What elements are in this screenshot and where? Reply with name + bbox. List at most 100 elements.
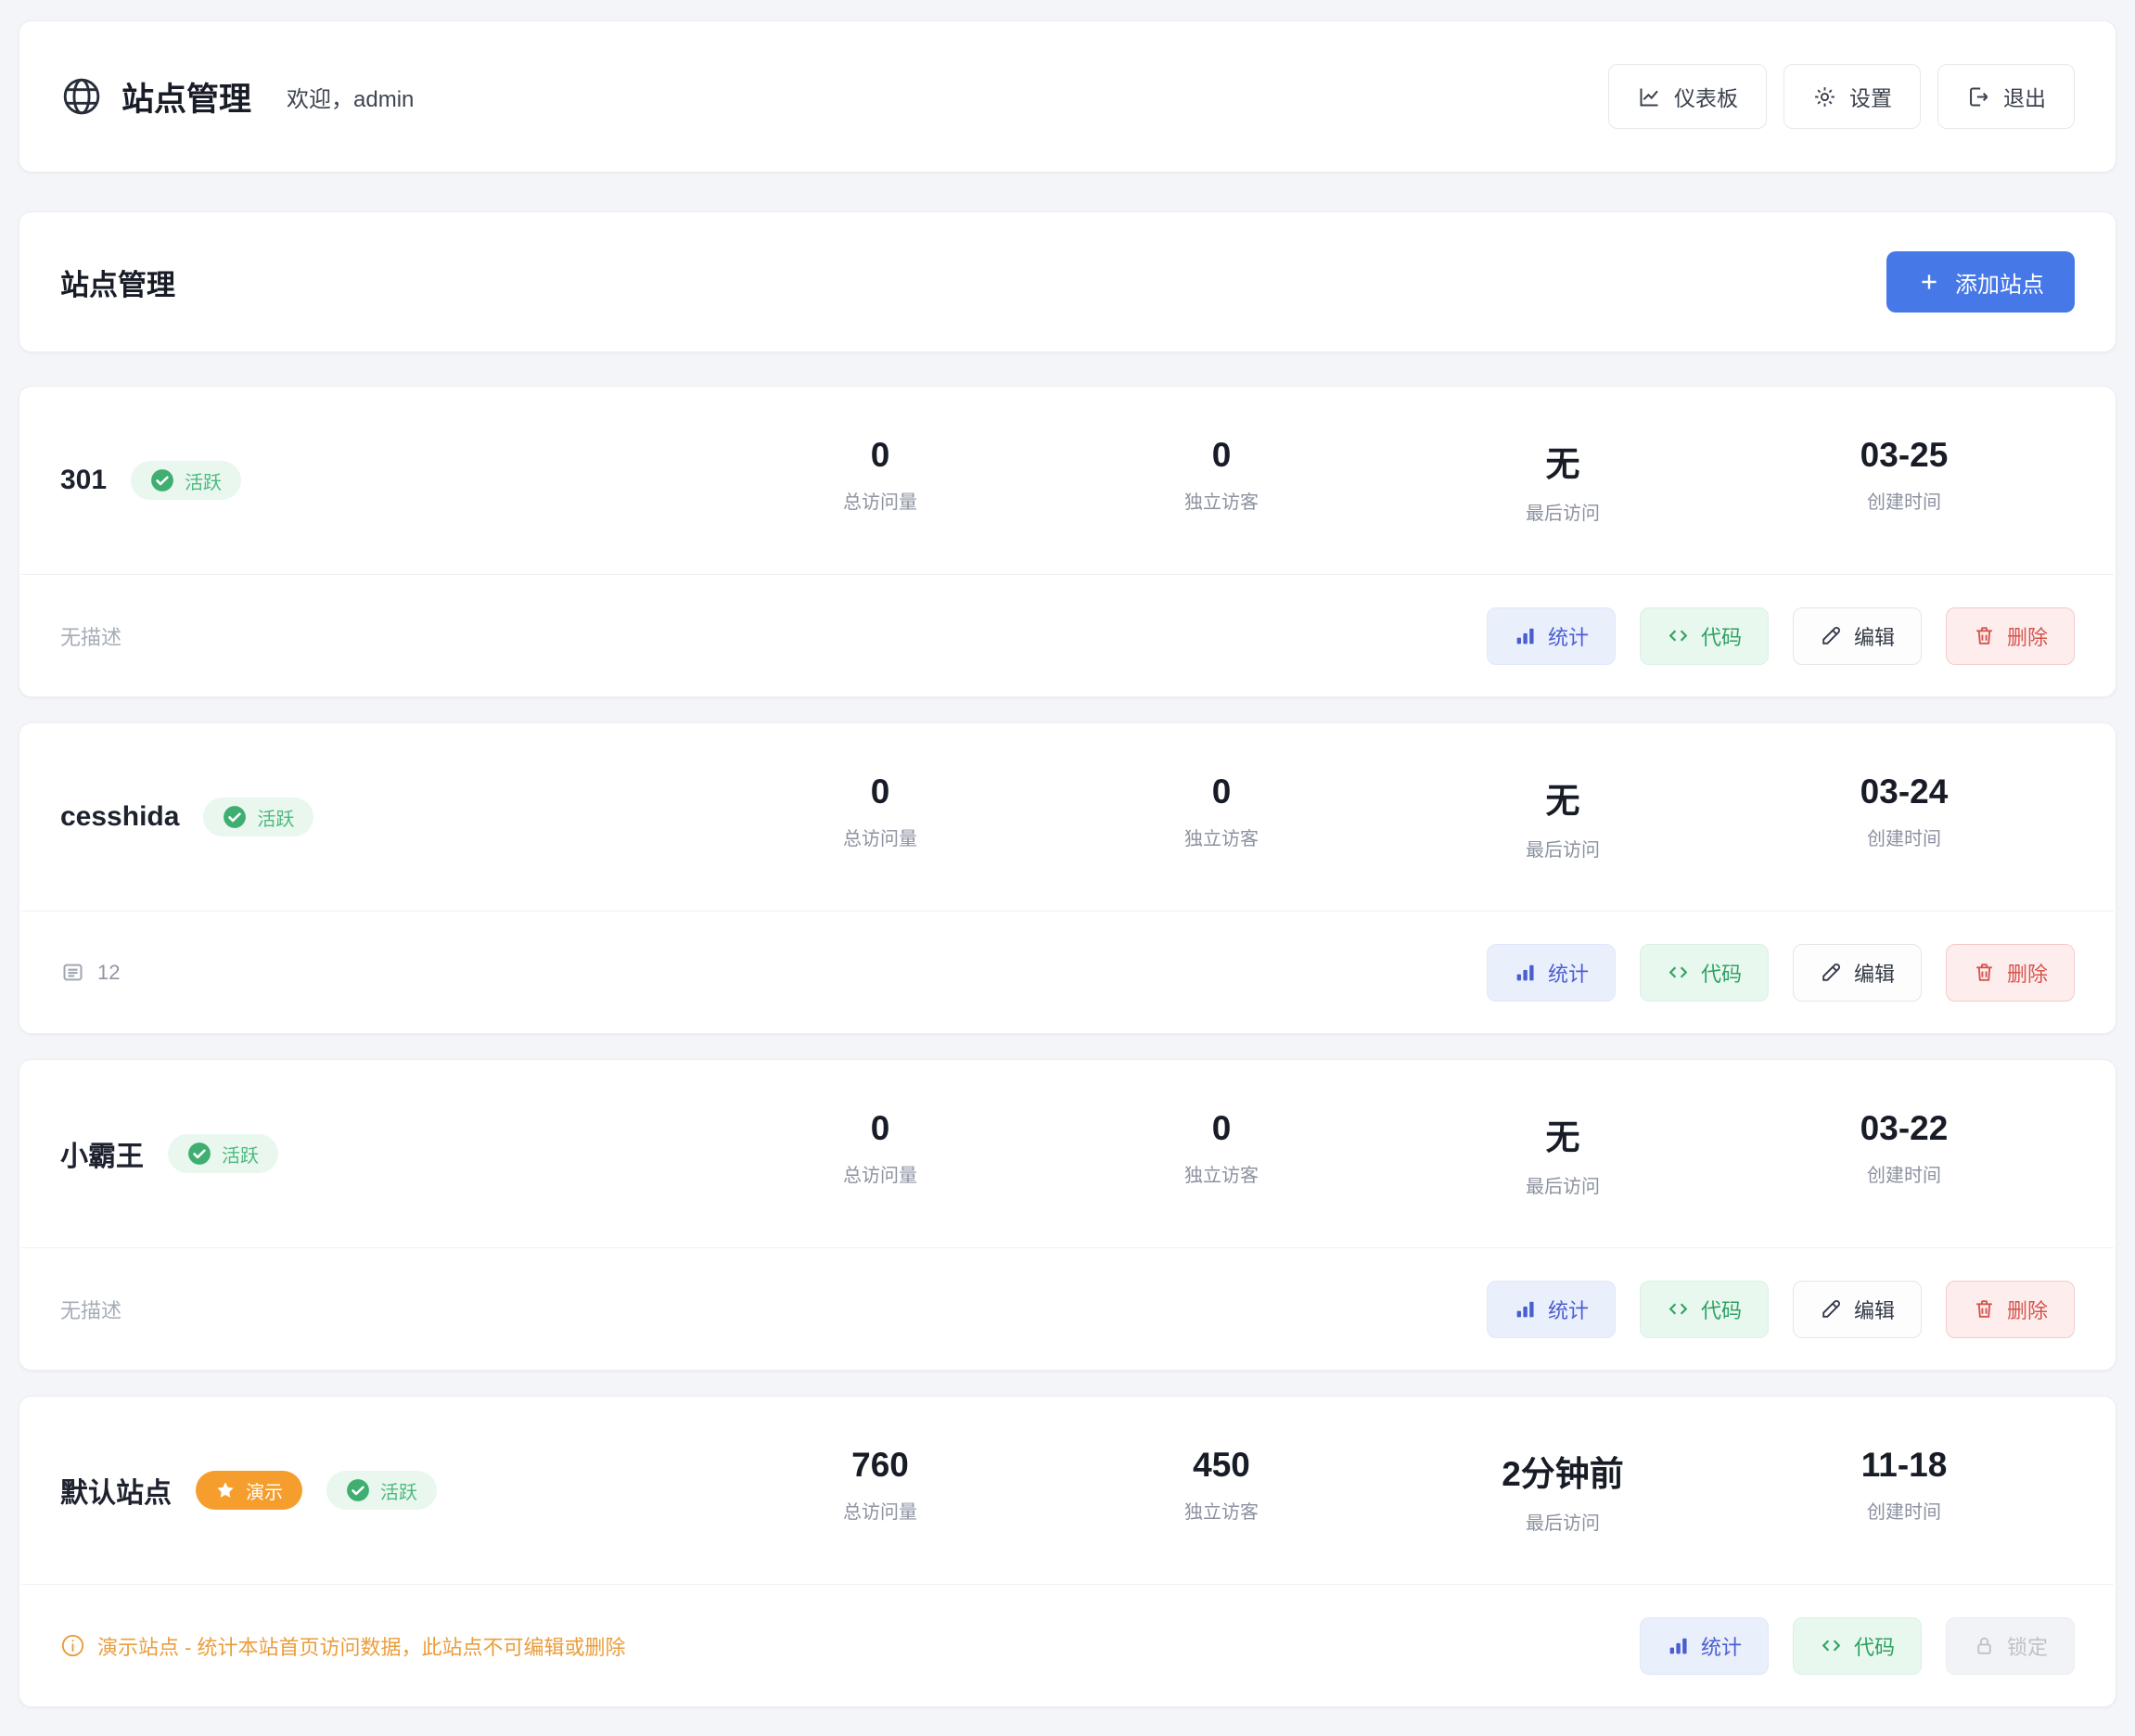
logout-label: 退出 bbox=[2003, 81, 2046, 112]
code-button[interactable]: 代码 bbox=[1640, 1281, 1769, 1338]
bar-chart-icon bbox=[1667, 1634, 1690, 1657]
header-bar: 站点管理 欢迎，admin 仪表板 设置 bbox=[19, 20, 2116, 172]
stats-button[interactable]: 统计 bbox=[1487, 1281, 1616, 1338]
logout-button[interactable]: 退出 bbox=[1937, 64, 2075, 129]
status-badge-active: 活跃 bbox=[203, 798, 313, 836]
add-site-label: 添加站点 bbox=[1955, 266, 2044, 299]
settings-label: 设置 bbox=[1849, 81, 1892, 112]
check-circle-icon bbox=[346, 1478, 370, 1502]
trash-icon bbox=[1973, 624, 1996, 647]
stat-label: 总访问量 bbox=[710, 1160, 1051, 1187]
stat-created-at: 03-22 创建时间 bbox=[1733, 1109, 2075, 1198]
stat-value: 760 bbox=[710, 1446, 1051, 1485]
status-badge-label: 活跃 bbox=[380, 1477, 417, 1504]
status-badge-label: 活跃 bbox=[185, 467, 222, 494]
stats-button[interactable]: 统计 bbox=[1487, 607, 1616, 665]
site-description: 12 bbox=[60, 960, 120, 985]
site-bottom-row: 无描述 统计 代码 编辑 bbox=[19, 1248, 2116, 1370]
plus-icon bbox=[1917, 270, 1941, 294]
stat-total-visits: 760 总访问量 bbox=[710, 1446, 1051, 1535]
site-identity: cesshida 活跃 bbox=[60, 798, 710, 836]
chart-line-icon bbox=[1637, 84, 1662, 109]
status-badge-label: 活跃 bbox=[257, 804, 294, 831]
stat-label: 创建时间 bbox=[1733, 1160, 2075, 1187]
stats-label: 统计 bbox=[1701, 1631, 1742, 1661]
stat-label: 总访问量 bbox=[710, 823, 1051, 850]
site-stats: 760 总访问量 450 独立访客 2分钟前 最后访问 11-18 创建时间 bbox=[710, 1446, 2075, 1535]
stat-value: 0 bbox=[1051, 1109, 1392, 1148]
site-card-cesshida: cesshida 活跃 0 总访问量 0 独立访客 bbox=[19, 722, 2116, 1034]
dashboard-label: 仪表板 bbox=[1674, 81, 1738, 112]
stat-created-at: 03-25 创建时间 bbox=[1733, 436, 2075, 525]
logout-icon bbox=[1966, 84, 1991, 109]
stats-label: 统计 bbox=[1548, 621, 1589, 651]
toolbar: 站点管理 添加站点 bbox=[19, 211, 2116, 352]
bar-chart-icon bbox=[1514, 624, 1537, 647]
welcome-text: 欢迎，admin bbox=[287, 81, 414, 113]
code-icon bbox=[1667, 961, 1690, 984]
code-icon bbox=[1667, 624, 1690, 647]
site-identity: 301 活跃 bbox=[60, 461, 710, 500]
site-bottom-row: 演示站点 - 统计本站首页访问数据，此站点不可编辑或删除 统计 代码 bbox=[19, 1585, 2116, 1706]
stat-value: 0 bbox=[710, 436, 1051, 475]
edit-button[interactable]: 编辑 bbox=[1793, 944, 1922, 1002]
stat-value: 0 bbox=[1051, 772, 1392, 811]
code-button[interactable]: 代码 bbox=[1640, 607, 1769, 665]
stat-label: 总访问量 bbox=[710, 1497, 1051, 1524]
add-site-button[interactable]: 添加站点 bbox=[1886, 251, 2075, 313]
demo-badge-label: 演示 bbox=[246, 1477, 283, 1504]
site-description-text: 12 bbox=[97, 961, 120, 985]
status-badge-label: 活跃 bbox=[222, 1141, 259, 1168]
site-stats: 0 总访问量 0 独立访客 无 最后访问 03-24 创建时间 bbox=[710, 772, 2075, 862]
code-button[interactable]: 代码 bbox=[1793, 1617, 1922, 1675]
stat-label: 创建时间 bbox=[1733, 823, 2075, 850]
lock-icon bbox=[1973, 1634, 1996, 1657]
site-identity: 默认站点 演示 活跃 bbox=[60, 1470, 710, 1511]
stat-label: 独立访客 bbox=[1051, 1160, 1392, 1187]
code-label: 代码 bbox=[1701, 1295, 1742, 1324]
stat-created-at: 03-24 创建时间 bbox=[1733, 772, 2075, 862]
dashboard-button[interactable]: 仪表板 bbox=[1608, 64, 1767, 129]
stat-value: 无 bbox=[1392, 1109, 1733, 1159]
site-identity: 小霸王 活跃 bbox=[60, 1133, 710, 1174]
star-icon bbox=[215, 1480, 236, 1500]
stat-label: 总访问量 bbox=[710, 487, 1051, 514]
edit-label: 编辑 bbox=[1854, 1295, 1895, 1324]
edit-button[interactable]: 编辑 bbox=[1793, 1281, 1922, 1338]
bar-chart-icon bbox=[1514, 961, 1537, 984]
stat-created-at: 11-18 创建时间 bbox=[1733, 1446, 2075, 1535]
stat-value: 03-24 bbox=[1733, 772, 2075, 811]
stat-label: 最后访问 bbox=[1392, 1508, 1733, 1535]
code-button[interactable]: 代码 bbox=[1640, 944, 1769, 1002]
site-name: cesshida bbox=[60, 801, 179, 833]
check-circle-icon bbox=[150, 468, 174, 492]
edit-button[interactable]: 编辑 bbox=[1793, 607, 1922, 665]
stat-value: 03-25 bbox=[1733, 436, 2075, 475]
settings-button[interactable]: 设置 bbox=[1783, 64, 1921, 129]
stat-value: 0 bbox=[1051, 436, 1392, 475]
section-title: 站点管理 bbox=[60, 262, 175, 303]
lock-button: 锁定 bbox=[1946, 1617, 2075, 1675]
delete-button[interactable]: 删除 bbox=[1946, 607, 2075, 665]
delete-button[interactable]: 删除 bbox=[1946, 1281, 2075, 1338]
site-actions: 统计 代码 锁定 bbox=[1640, 1617, 2075, 1675]
stat-label: 最后访问 bbox=[1392, 835, 1733, 862]
stat-value: 无 bbox=[1392, 436, 1733, 486]
delete-button[interactable]: 删除 bbox=[1946, 944, 2075, 1002]
stat-unique-visitors: 0 独立访客 bbox=[1051, 772, 1392, 862]
stat-value: 11-18 bbox=[1733, 1446, 2075, 1485]
pencil-icon bbox=[1820, 961, 1843, 984]
check-circle-icon bbox=[187, 1142, 211, 1166]
lock-label: 锁定 bbox=[2007, 1631, 2048, 1661]
site-top-row: cesshida 活跃 0 总访问量 0 独立访客 bbox=[19, 723, 2116, 911]
site-card-xiaobawang: 小霸王 活跃 0 总访问量 0 独立访客 bbox=[19, 1059, 2116, 1371]
demo-site-note: 演示站点 - 统计本站首页访问数据，此站点不可编辑或删除 bbox=[60, 1631, 626, 1661]
status-badge-active: 活跃 bbox=[168, 1134, 278, 1173]
stats-button[interactable]: 统计 bbox=[1487, 944, 1616, 1002]
code-label: 代码 bbox=[1701, 621, 1742, 651]
stat-unique-visitors: 0 独立访客 bbox=[1051, 1109, 1392, 1198]
stats-button[interactable]: 统计 bbox=[1640, 1617, 1769, 1675]
site-top-row: 默认站点 演示 活跃 760 总访问 bbox=[19, 1397, 2116, 1584]
delete-label: 删除 bbox=[2007, 621, 2048, 651]
edit-label: 编辑 bbox=[1854, 958, 1895, 988]
